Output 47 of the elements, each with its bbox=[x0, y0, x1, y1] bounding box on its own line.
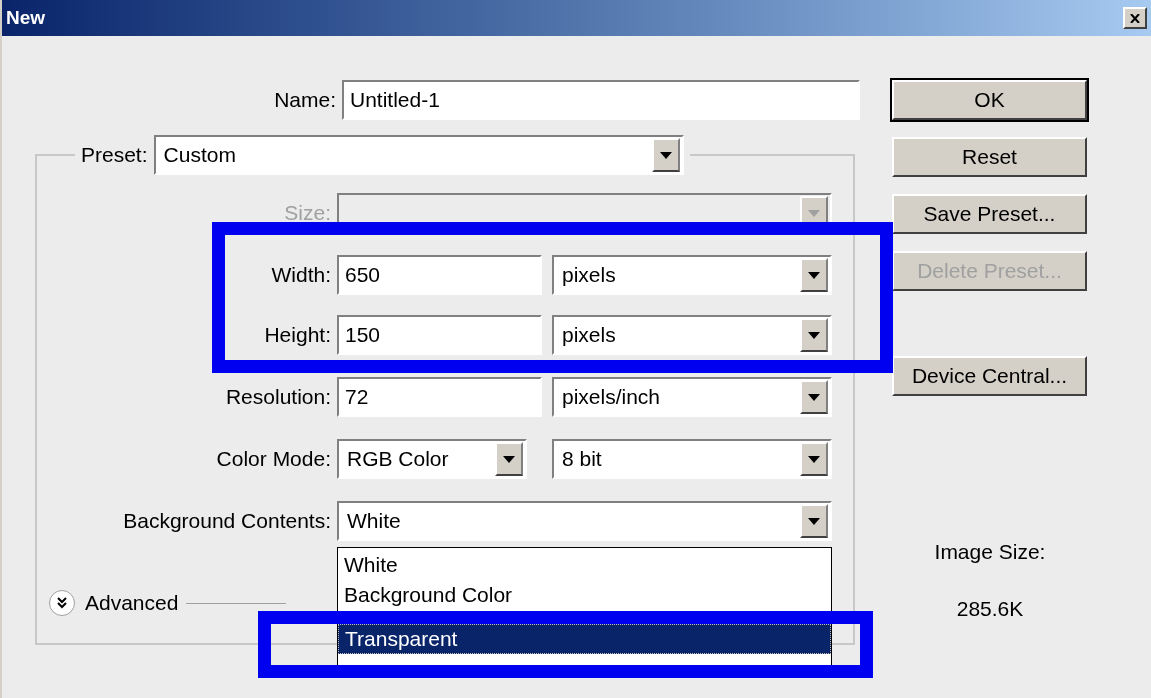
dialog-button[interactable]: Reset bbox=[892, 137, 1087, 177]
dropdown-arrow-button[interactable] bbox=[800, 258, 828, 292]
dropdown[interactable]: White bbox=[337, 501, 832, 541]
dropdown-arrow-button[interactable] bbox=[800, 442, 828, 476]
dropdown[interactable]: 8 bit bbox=[552, 439, 832, 479]
dropdown-arrow-button[interactable] bbox=[651, 138, 680, 172]
field-label: Resolution: bbox=[224, 384, 332, 411]
input-field[interactable]: 150 bbox=[337, 315, 542, 355]
field-label: Width: bbox=[270, 262, 332, 289]
dropdown[interactable]: RGB Color bbox=[337, 439, 527, 479]
caret-down-icon bbox=[503, 455, 515, 463]
image-size-value: 285.6K bbox=[955, 595, 1025, 622]
dropdown-arrow-button[interactable] bbox=[495, 442, 523, 476]
dropdown-arrow-button[interactable] bbox=[800, 380, 828, 414]
close-button[interactable] bbox=[1123, 7, 1147, 29]
input-field[interactable]: Untitled-1 bbox=[342, 80, 860, 120]
window-title: New bbox=[6, 5, 46, 30]
dropdown[interactable]: pixels bbox=[552, 315, 832, 355]
caret-down-icon bbox=[808, 271, 820, 279]
field-label: Name: bbox=[273, 87, 337, 114]
close-icon bbox=[1130, 13, 1140, 23]
field-label: Height: bbox=[263, 322, 332, 349]
input-field[interactable]: 72 bbox=[337, 377, 542, 417]
field-label: Color Mode: bbox=[215, 446, 332, 473]
caret-down-icon bbox=[808, 455, 820, 463]
dropdown[interactable]: pixels/inch bbox=[552, 377, 832, 417]
caret-down-icon bbox=[808, 393, 820, 401]
dialog-button[interactable]: Save Preset... bbox=[892, 194, 1087, 234]
dropdown[interactable]: pixels bbox=[552, 255, 832, 295]
field-label: Preset: bbox=[81, 142, 148, 169]
caret-down-icon bbox=[808, 209, 820, 217]
chevron-double-icon bbox=[56, 597, 68, 609]
field-label: Background Contents: bbox=[122, 508, 332, 535]
image-size-label: Image Size: bbox=[933, 539, 1047, 565]
dropdown-option[interactable]: Transparent bbox=[338, 624, 831, 654]
dropdown[interactable]: Custom bbox=[153, 135, 684, 175]
dropdown-arrow-button[interactable] bbox=[800, 318, 828, 352]
caret-down-icon bbox=[808, 517, 820, 525]
advanced-label[interactable]: Advanced bbox=[85, 587, 179, 619]
dropdown-arrow-button[interactable] bbox=[800, 504, 828, 538]
expand-toggle[interactable] bbox=[49, 590, 75, 616]
dialog-button[interactable]: OK bbox=[892, 80, 1087, 120]
caret-down-icon bbox=[808, 331, 820, 339]
field-label: Size: bbox=[283, 200, 332, 227]
caret-down-icon bbox=[659, 151, 672, 159]
input-field[interactable]: 650 bbox=[337, 255, 542, 295]
dialog-button[interactable]: Device Central... bbox=[892, 356, 1087, 396]
